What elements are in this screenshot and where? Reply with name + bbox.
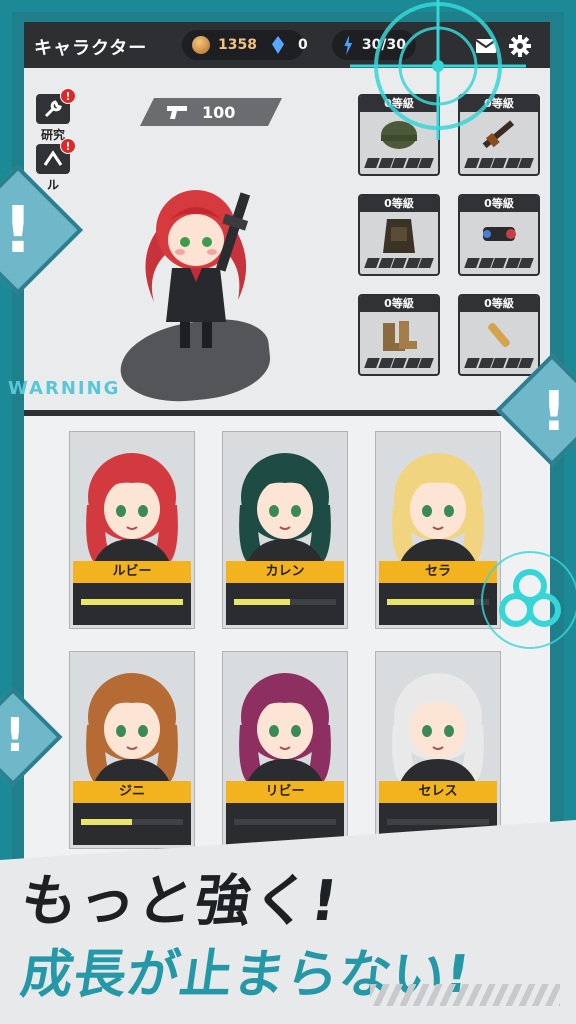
upgrade-bar — [364, 258, 434, 268]
research-button[interactable]: 研究 ! — [32, 88, 76, 142]
warning-label: WARNING — [8, 378, 121, 399]
alert-badge: ! — [60, 138, 76, 154]
bullet-icon — [488, 322, 510, 348]
character-portrait — [226, 655, 344, 785]
character-name: ジニ — [73, 781, 191, 803]
xp-bar — [234, 599, 336, 605]
equipment-slot[interactable]: 0等級 — [458, 194, 540, 276]
slot-grade: 0等級 — [360, 196, 438, 212]
coin-icon — [192, 36, 210, 54]
biohazard-icon — [481, 551, 576, 649]
pistol-icon — [166, 104, 188, 120]
character-card[interactable]: カレン — [223, 432, 347, 628]
ammo-value: 100 — [202, 102, 236, 122]
character-name: リビー — [226, 781, 344, 803]
equipment-slot[interactable]: 0等級 — [358, 194, 440, 276]
character-card[interactable]: ジニ — [70, 652, 194, 848]
character-portrait — [226, 435, 344, 565]
gem-value: 0 — [298, 37, 308, 53]
coin-value: 1358 — [218, 37, 257, 53]
scope-icon — [483, 227, 516, 241]
character-name: セレス — [379, 781, 497, 803]
page-title: キャラクター — [34, 38, 148, 59]
upgrade-bar — [464, 158, 534, 168]
selected-character[interactable] — [116, 172, 276, 352]
character-portrait — [73, 435, 191, 565]
upgrade-bar — [364, 158, 434, 168]
upgrade-bar — [464, 358, 534, 368]
character-card[interactable]: リビー — [223, 652, 347, 848]
decor-stripes — [370, 984, 560, 1006]
xp-bar — [387, 819, 489, 825]
vest-icon — [383, 219, 415, 253]
character-card[interactable]: セレス — [376, 652, 500, 848]
xp-bar — [81, 819, 183, 825]
slot-grade: 0等級 — [460, 196, 538, 212]
xp-bar — [234, 819, 336, 825]
alert-badge: ! — [60, 88, 76, 104]
exclamation-icon: ! — [4, 708, 26, 762]
character-stats — [73, 803, 191, 845]
character-stats — [226, 583, 344, 625]
character-name: カレン — [226, 561, 344, 583]
character-stats — [73, 583, 191, 625]
boots-icon — [383, 321, 417, 351]
upgrade-bar — [464, 258, 534, 268]
gem-icon — [272, 36, 284, 54]
character-card[interactable]: ルビー — [70, 432, 194, 628]
slot-grade: 0等級 — [360, 296, 438, 312]
exclamation-icon: ! — [3, 194, 33, 268]
character-name: ルビー — [73, 561, 191, 583]
crosshair-icon — [350, 0, 526, 140]
gem-counter[interactable]: 0 — [262, 30, 326, 60]
equipment-slot[interactable]: 0等級 — [358, 294, 440, 376]
tagline-line1: もっと強く! — [16, 869, 344, 934]
ammo-counter: 100 — [140, 98, 282, 126]
character-screen: キャラクター 1358 0 30/30 研究 ! ル ! 100 0等級 0等級… — [24, 22, 550, 882]
exclamation-icon: ! — [541, 380, 567, 443]
equipment-slot[interactable]: 0等級 — [458, 294, 540, 376]
xp-bar — [81, 599, 183, 605]
slot-grade: 0等級 — [460, 296, 538, 312]
upgrade-bar — [364, 358, 434, 368]
character-portrait — [73, 655, 191, 785]
